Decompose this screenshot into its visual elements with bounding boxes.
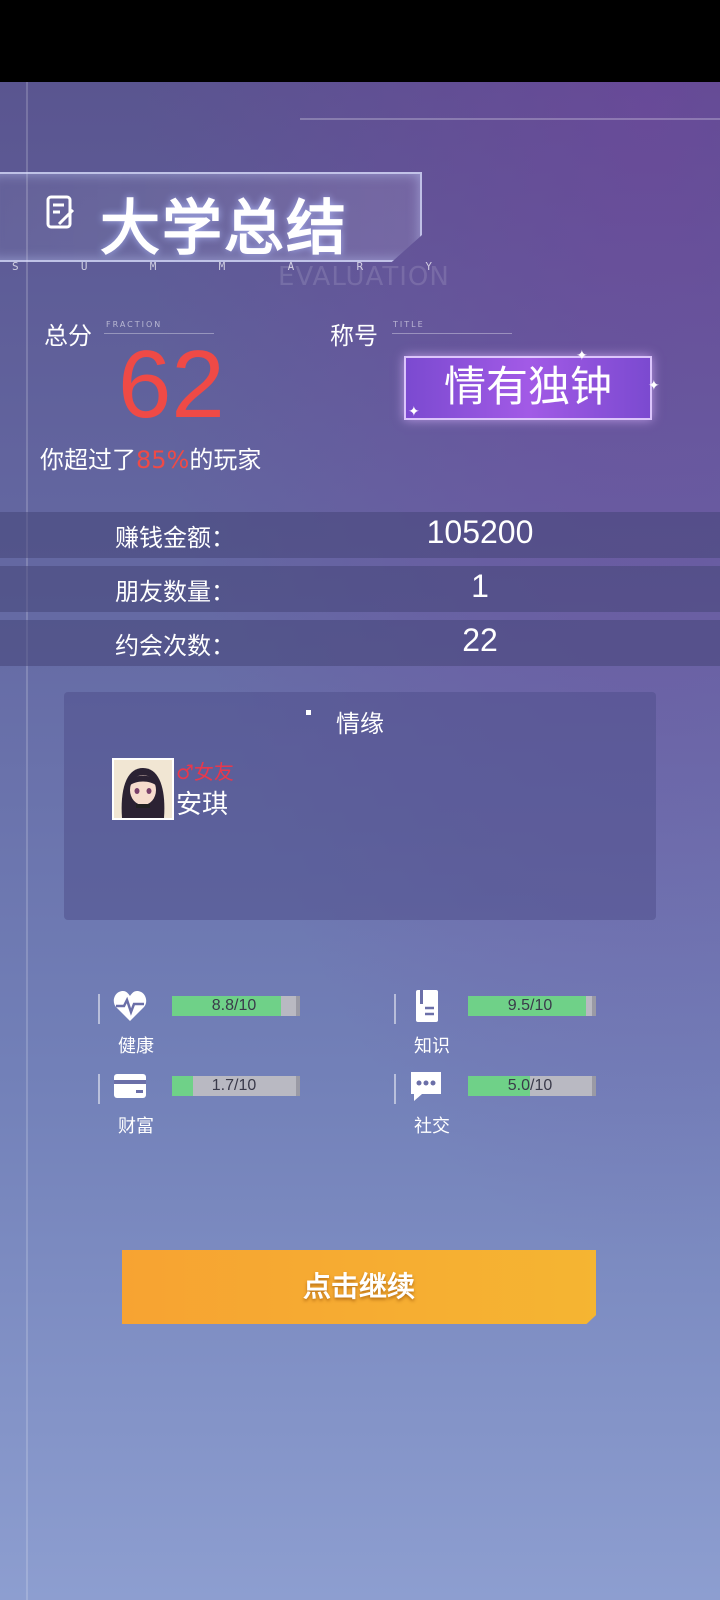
attribute-knowledge: 9.5/10 知识 (394, 988, 614, 1058)
stat-label: 约会次数： (115, 632, 235, 660)
partner-name: 安琪 (176, 790, 229, 820)
stat-row-dates: 约会次数： 22 (0, 620, 720, 666)
divider (394, 994, 396, 1024)
attribute-health: 8.8/10 健康 (98, 988, 318, 1058)
relationship-title: 情缘 (336, 710, 384, 738)
continue-button[interactable]: 点击继续 (122, 1250, 596, 1324)
wealth-value: 1.7/10 (211, 1077, 257, 1094)
stat-value: 1 (471, 568, 489, 604)
surpass-prefix: 你超过了 (40, 446, 136, 474)
subtitle-letter: M (218, 260, 226, 273)
social-label: 社交 (414, 1116, 450, 1137)
wealth-bar: 1.7/10 (172, 1076, 300, 1096)
chat-icon (411, 1072, 441, 1101)
surpass-suffix: 的玩家 (189, 446, 262, 474)
social-bar: 5.0/10 (468, 1076, 596, 1096)
sparkle-icon: ✦ (576, 348, 588, 364)
wealth-label: 财富 (118, 1116, 154, 1137)
title-label: 称号 (330, 322, 378, 350)
page-title: 大学总结 (100, 194, 348, 264)
sparkle-icon: ✦ (648, 378, 660, 394)
attribute-social: 5.0/10 社交 (394, 1068, 614, 1138)
stat-value: 22 (462, 622, 498, 658)
partner-role: ♂女友 (176, 760, 234, 784)
divider (394, 1074, 396, 1104)
sparkle-icon: ✦ (408, 404, 420, 420)
note-icon (46, 195, 75, 229)
subtitle-letter: M (149, 260, 157, 273)
avatar[interactable] (112, 758, 174, 820)
surpass-text: 你超过了85%的玩家 (40, 440, 261, 475)
health-value: 8.8/10 (211, 997, 257, 1014)
decor-line (26, 82, 28, 1600)
divider (98, 994, 100, 1024)
stat-label: 朋友数量： (115, 578, 235, 606)
knowledge-label: 知识 (414, 1036, 450, 1057)
surpass-percent: 85% (136, 446, 190, 474)
score-value: 62 (118, 331, 225, 438)
stat-row-money: 赚钱金额： 105200 (0, 512, 720, 558)
stat-row-friends: 朋友数量： 1 (0, 566, 720, 612)
wallet-icon (114, 1074, 146, 1098)
score-label-en: FRACTION (106, 320, 163, 329)
evaluation-watermark: EVALUATION (278, 262, 450, 292)
relationship-panel: 情缘 ♂女友 安琪 (64, 692, 656, 920)
divider (98, 1074, 100, 1104)
social-value: 5.0/10 (507, 1077, 553, 1094)
subtitle-letter: U (80, 260, 88, 273)
divider (392, 333, 512, 334)
health-label: 健康 (118, 1036, 154, 1057)
knowledge-bar: 9.5/10 (468, 996, 596, 1016)
heart-icon (113, 991, 147, 1021)
character-portrait-icon (114, 760, 172, 818)
score-label: 总分 (44, 322, 92, 350)
decor-line (300, 118, 720, 120)
attribute-wealth: 1.7/10 财富 (98, 1068, 318, 1138)
knowledge-value: 9.5/10 (507, 997, 553, 1014)
subtitle-letter: S (12, 260, 19, 273)
stat-label: 赚钱金额： (115, 524, 235, 552)
status-bar (0, 0, 720, 82)
stat-value: 105200 (426, 514, 534, 550)
book-icon (416, 990, 438, 1022)
title-label-en: TITLE (393, 320, 425, 329)
title-badge: 情有独钟 (404, 356, 652, 420)
health-bar: 8.8/10 (172, 996, 300, 1016)
